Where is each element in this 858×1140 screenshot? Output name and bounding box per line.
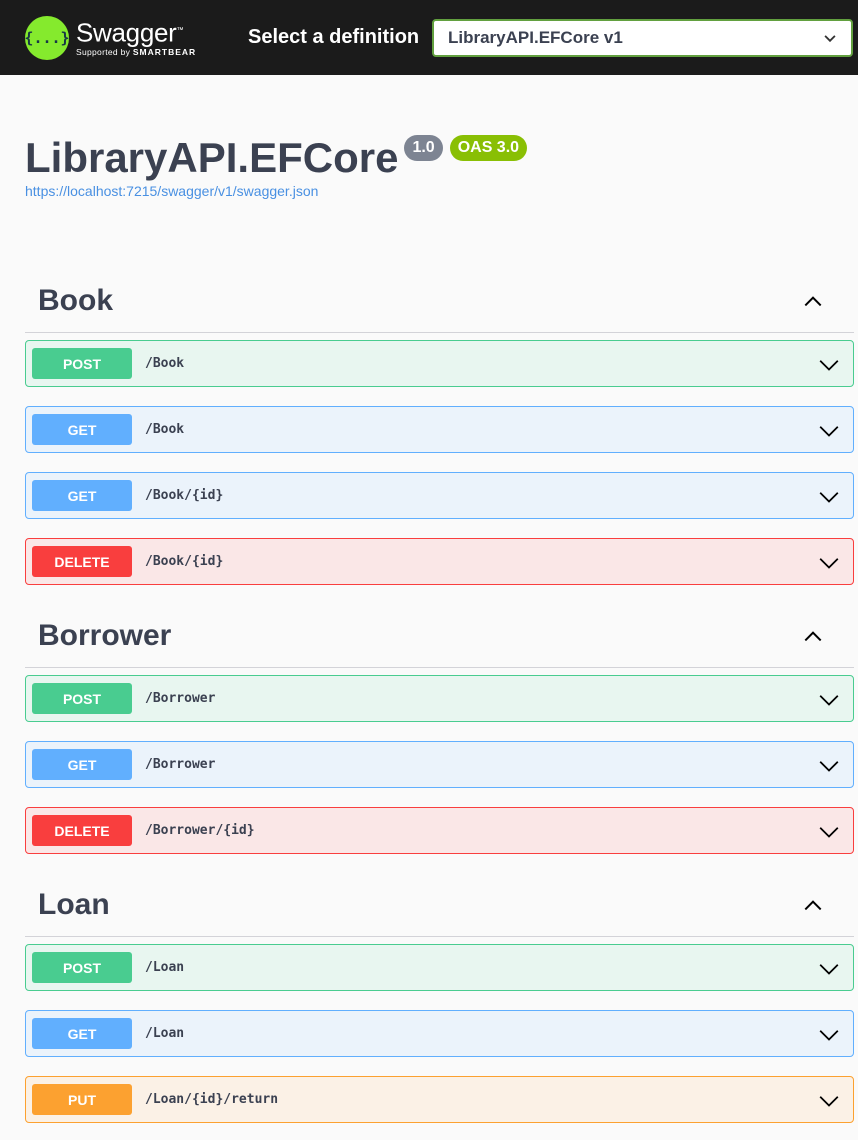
method-badge: GET: [32, 414, 132, 445]
definition-select[interactable]: LibraryAPI.EFCore v1: [432, 18, 853, 57]
chevron-down-icon: [819, 1029, 839, 1041]
operation-path: /Book/{id}: [145, 554, 224, 569]
operation-post[interactable]: POST/Book: [25, 340, 854, 387]
chevron-down-icon: [819, 760, 839, 772]
method-badge: GET: [32, 1018, 132, 1049]
method-badge: GET: [32, 749, 132, 780]
tag-operations: POST/Loan GET/Loan PUT/Loan/{id}/return: [25, 937, 854, 1123]
chevron-down-icon: [819, 1095, 839, 1107]
operation-path: /Loan/{id}/return: [145, 1092, 279, 1107]
operation-get[interactable]: GET/Loan: [25, 1010, 854, 1057]
operations-list: Book POST/Book GET/Book GET/Book/{id} DELETE…: [0, 269, 858, 1123]
chevron-down-icon: [819, 557, 839, 569]
tag-name: Book: [38, 283, 113, 317]
method-badge: DELETE: [32, 546, 132, 577]
spec-url-link[interactable]: https://localhost:7215/swagger/v1/swagge…: [25, 183, 833, 199]
definition-selected-value: LibraryAPI.EFCore v1: [448, 27, 623, 47]
tag-header[interactable]: Book: [25, 269, 854, 333]
chevron-down-icon: [819, 963, 839, 975]
chevron-up-icon: [804, 295, 822, 306]
method-badge: POST: [32, 683, 132, 714]
logo-supported-by: Supported by SMARTBEAR: [76, 46, 197, 57]
tag-name: Borrower: [38, 618, 172, 652]
operation-path: /Book: [145, 356, 185, 371]
swagger-logo[interactable]: {...} Swagger™ Supported by SMARTBEAR: [24, 15, 235, 60]
chevron-up-icon: [804, 899, 822, 910]
tag-operations: POST/Borrower GET/Borrower DELETE/Borrower…: [25, 668, 854, 854]
operation-path: /Loan: [145, 1026, 185, 1041]
tag-section-borrower: Borrower POST/Borrower GET/Borrower DELETE /…: [25, 604, 854, 854]
operation-delete[interactable]: DELETE/Book/{id}: [25, 538, 854, 585]
operation-get[interactable]: GET/Book: [25, 406, 854, 453]
operation-path: /Borrower/{id}: [145, 823, 255, 838]
chevron-down-icon: [819, 425, 839, 437]
swagger-logo-icon: {...}: [24, 15, 70, 60]
api-info: LibraryAPI.EFCore 1.0 OAS 3.0 https://lo…: [0, 75, 858, 199]
operation-post[interactable]: POST/Loan: [25, 944, 854, 991]
method-badge: GET: [32, 480, 132, 511]
operation-put[interactable]: PUT/Loan/{id}/return: [25, 1076, 854, 1123]
oas-badge: OAS 3.0: [449, 135, 528, 161]
tag-name: Loan: [38, 887, 110, 921]
chevron-up-icon: [804, 630, 822, 641]
tag-section-loan: Loan POST/Loan GET/Loan PUT/Loan/{id}/retur…: [25, 873, 854, 1123]
chevron-down-icon: [819, 694, 839, 706]
method-badge: PUT: [32, 1084, 132, 1115]
chevron-down-icon: [824, 34, 836, 42]
tag-header[interactable]: Loan: [25, 873, 854, 937]
chevron-down-icon: [819, 359, 839, 371]
operation-delete[interactable]: DELETE/Borrower/{id}: [25, 807, 854, 854]
page-title: LibraryAPI.EFCore: [25, 134, 399, 181]
tag-header[interactable]: Borrower: [25, 604, 854, 668]
operation-path: /Loan: [145, 960, 185, 975]
operation-path: /Book: [145, 422, 185, 437]
method-badge: DELETE: [32, 815, 132, 846]
operation-path: /Book/{id}: [145, 488, 224, 503]
method-badge: POST: [32, 952, 132, 983]
chevron-down-icon: [819, 491, 839, 503]
topbar: {...} Swagger™ Supported by SMARTBEAR Se…: [0, 0, 858, 75]
version-badge: 1.0: [404, 135, 443, 161]
logo-text: Swagger™ Supported by SMARTBEAR: [76, 17, 196, 58]
operation-get[interactable]: GET/Borrower: [25, 741, 854, 788]
operation-path: /Borrower: [145, 757, 216, 772]
logo-name: Swagger™: [76, 17, 184, 48]
chevron-down-icon: [819, 826, 839, 838]
operation-get[interactable]: GET/Book/{id}: [25, 472, 854, 519]
tag-section-book: Book POST/Book GET/Book GET/Book/{id} DELETE…: [25, 269, 854, 585]
title-row: LibraryAPI.EFCore 1.0 OAS 3.0: [25, 133, 833, 183]
operation-post[interactable]: POST/Borrower: [25, 675, 854, 722]
tag-operations: POST/Book GET/Book GET/Book/{id} DELETE/Boo…: [25, 333, 854, 585]
definition-label: Select a definition: [248, 26, 420, 48]
method-badge: POST: [32, 348, 132, 379]
operation-path: /Borrower: [145, 691, 216, 706]
